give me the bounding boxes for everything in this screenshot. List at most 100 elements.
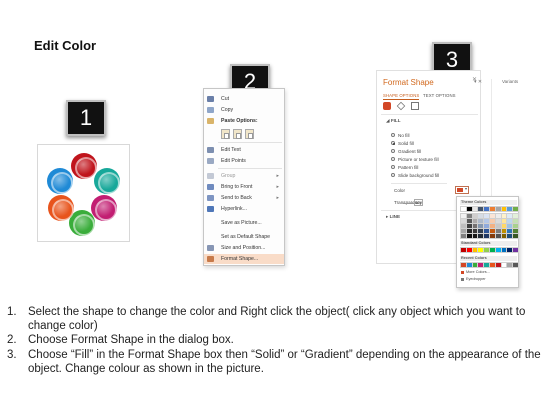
color-swatch[interactable]: [465, 222, 473, 230]
color-swatch[interactable]: [494, 246, 502, 254]
tab-shape-options[interactable]: SHAPE OPTIONS: [383, 93, 420, 100]
color-swatch[interactable]: [512, 212, 519, 220]
color-swatch[interactable]: [483, 227, 490, 235]
color-swatch[interactable]: [500, 246, 508, 254]
circle-shape-lower-right[interactable]: [91, 195, 117, 221]
color-swatch[interactable]: [471, 222, 479, 230]
color-swatch[interactable]: [494, 212, 502, 220]
color-swatch[interactable]: [460, 227, 467, 235]
circle-shape-top[interactable]: [71, 153, 97, 179]
circle-shape-upper-left[interactable]: [47, 168, 73, 194]
color-swatch[interactable]: [512, 205, 519, 213]
color-swatch[interactable]: [512, 261, 519, 269]
color-swatch[interactable]: [489, 222, 496, 230]
paste-picture-icon[interactable]: [233, 129, 242, 139]
color-swatch[interactable]: [460, 232, 467, 240]
color-swatch[interactable]: [465, 217, 473, 225]
color-swatch[interactable]: [489, 232, 496, 240]
color-swatch[interactable]: [489, 212, 496, 220]
color-swatch[interactable]: [465, 232, 473, 240]
color-swatch[interactable]: [512, 246, 519, 254]
menu-item-format-shape[interactable]: Format Shape...: [204, 254, 284, 264]
color-swatch[interactable]: [489, 227, 496, 235]
menu-item-bring-to-front[interactable]: Bring to Front ▸: [204, 182, 284, 192]
color-swatch[interactable]: [460, 261, 467, 269]
color-swatch[interactable]: [465, 261, 473, 269]
color-swatch[interactable]: [477, 227, 485, 235]
transparency-input[interactable]: 0%: [414, 199, 423, 206]
color-swatch[interactable]: [512, 217, 519, 225]
color-swatch[interactable]: [471, 232, 479, 240]
color-swatch[interactable]: [506, 217, 514, 225]
circle-shape-lower-left[interactable]: [48, 195, 74, 221]
color-swatch[interactable]: [512, 232, 519, 240]
radio-button[interactable]: [391, 165, 395, 170]
radio-gradient-fill[interactable]: Gradient fill: [391, 148, 421, 156]
color-swatch[interactable]: [477, 205, 485, 213]
color-swatch[interactable]: [500, 222, 508, 230]
color-swatch[interactable]: [506, 222, 514, 230]
effects-icon[interactable]: [396, 101, 406, 111]
color-swatch[interactable]: [477, 212, 485, 220]
color-swatch[interactable]: [500, 212, 508, 220]
radio-button[interactable]: [391, 157, 395, 162]
color-swatch[interactable]: [465, 212, 473, 220]
radio-button[interactable]: [391, 133, 395, 138]
color-swatch[interactable]: [460, 217, 467, 225]
menu-item-send-to-back[interactable]: Send to Back ▸: [204, 193, 284, 203]
color-swatch[interactable]: [506, 232, 514, 240]
circle-shape-upper-right[interactable]: [94, 168, 120, 194]
color-swatch[interactable]: [460, 205, 467, 213]
color-swatch[interactable]: [465, 205, 473, 213]
menu-item-set-default-shape[interactable]: Set as Default Shape: [204, 232, 284, 242]
menu-item-cut[interactable]: Cut: [204, 94, 284, 104]
menu-item-size-and-position[interactable]: Size and Position...: [204, 243, 284, 253]
color-swatch[interactable]: [471, 205, 479, 213]
line-section-header[interactable]: ▸ LINE: [386, 214, 400, 220]
fill-line-icon[interactable]: [383, 102, 391, 110]
color-swatch[interactable]: [494, 227, 502, 235]
color-swatch[interactable]: [489, 205, 496, 213]
size-properties-icon[interactable]: [411, 102, 419, 110]
menu-item-hyperlink[interactable]: Hyperlink...: [204, 204, 284, 214]
color-swatch[interactable]: [483, 222, 490, 230]
color-swatch[interactable]: [512, 227, 519, 235]
color-swatch[interactable]: [460, 212, 467, 220]
color-swatch[interactable]: [471, 246, 479, 254]
color-swatch[interactable]: [465, 246, 473, 254]
color-swatch[interactable]: [506, 227, 514, 235]
menu-item-copy[interactable]: Copy: [204, 105, 284, 115]
radio-button[interactable]: [391, 141, 395, 146]
color-swatch[interactable]: [460, 246, 467, 254]
radio-slide-background-fill[interactable]: Slide background fill: [391, 172, 439, 180]
color-swatch[interactable]: [477, 261, 485, 269]
color-swatch[interactable]: [506, 246, 514, 254]
radio-no-fill[interactable]: No fill: [391, 132, 410, 140]
color-swatch[interactable]: [477, 246, 485, 254]
radio-solid-fill[interactable]: Solid fill: [391, 140, 414, 148]
more-colors-item[interactable]: More Colors...: [461, 270, 490, 275]
color-swatch[interactable]: [506, 212, 514, 220]
color-swatch[interactable]: [477, 222, 485, 230]
color-swatch[interactable]: [489, 217, 496, 225]
color-swatch[interactable]: [500, 227, 508, 235]
color-swatch[interactable]: [477, 217, 485, 225]
fill-color-button[interactable]: ▾: [455, 186, 469, 194]
color-swatch[interactable]: [483, 217, 490, 225]
radio-picture-fill[interactable]: Picture or texture fill: [391, 156, 439, 164]
color-swatch[interactable]: [494, 222, 502, 230]
menu-item-edit-text[interactable]: Edit Text: [204, 145, 284, 155]
color-swatch[interactable]: [489, 246, 496, 254]
color-swatch[interactable]: [494, 261, 502, 269]
color-swatch[interactable]: [494, 205, 502, 213]
color-swatch[interactable]: [500, 205, 508, 213]
menu-item-save-as-picture[interactable]: Save as Picture...: [204, 218, 284, 228]
color-swatch[interactable]: [489, 261, 496, 269]
color-swatch[interactable]: [512, 222, 519, 230]
color-swatch[interactable]: [465, 227, 473, 235]
pane-options-icon[interactable]: ▾ ✕: [474, 79, 482, 85]
radio-button[interactable]: [391, 149, 395, 154]
color-swatch[interactable]: [483, 205, 490, 213]
paste-text-only-icon[interactable]: [245, 129, 254, 139]
color-swatch[interactable]: [483, 246, 490, 254]
